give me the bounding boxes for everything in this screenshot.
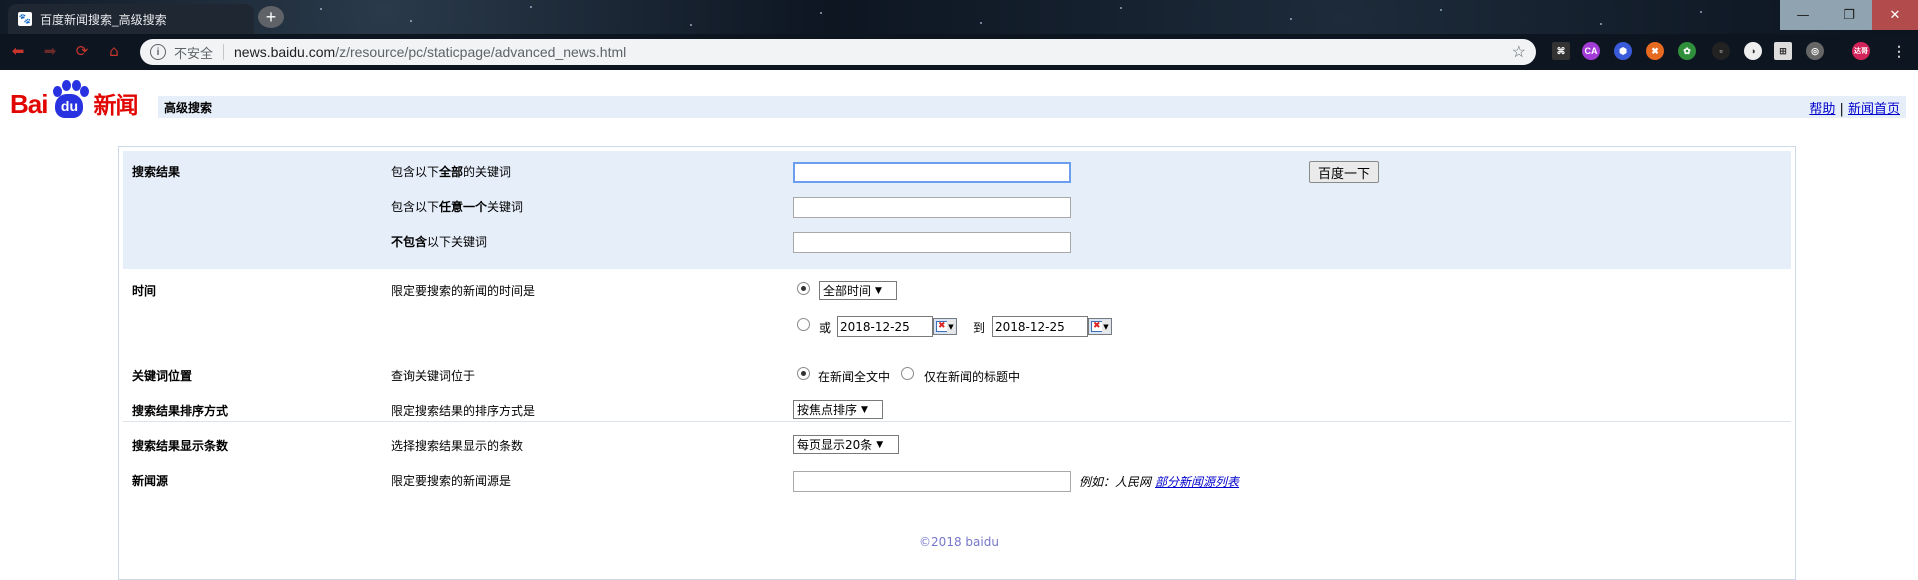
reload-icon[interactable]: ⟳ <box>72 40 92 62</box>
all-words-input[interactable] <box>793 162 1071 183</box>
baidu-news-logo[interactable]: Bai du 新闻 <box>10 76 138 120</box>
page-header-bar: 高级搜索 帮助 | 新闻首页 <box>158 96 1906 118</box>
source-desc: 限定要搜索的新闻源是 <box>391 474 512 488</box>
news-home-link[interactable]: 新闻首页 <box>1848 102 1900 117</box>
help-link[interactable]: 帮助 <box>1809 102 1835 117</box>
header-link-separator: | <box>1835 101 1848 117</box>
baidu-paw-icon: du <box>49 80 90 120</box>
extension-screenshot-icon[interactable]: ⌘ <box>1552 42 1570 60</box>
sort-desc: 限定搜索结果的排序方式是 <box>391 404 536 418</box>
time-range-select[interactable]: 全部时间 ▼ <box>819 281 897 300</box>
home-icon[interactable]: ⌂ <box>104 40 124 62</box>
url-path: /z/resource/pc/staticpage/advanced_news.… <box>335 44 627 60</box>
extension-x-icon[interactable]: ✖ <box>1646 42 1664 60</box>
extension-ring-icon[interactable]: ◎ <box>1806 42 1824 60</box>
logo-du-text: du <box>55 94 84 118</box>
count-heading: 搜索结果显示条数 <box>132 439 229 453</box>
none-words-label: 不包含以下关键词 <box>391 235 488 249</box>
any-word-label: 包含以下任意一个关键词 <box>391 200 524 214</box>
kwpos-fulltext-radio[interactable] <box>797 367 810 380</box>
footer-copyright: ©2018 baidu <box>919 535 999 549</box>
header-links: 帮助 | 新闻首页 <box>1809 98 1900 117</box>
none-words-input[interactable] <box>793 232 1071 253</box>
kwpos-title-label: 仅在新闻的标题中 <box>924 370 1021 384</box>
source-input[interactable] <box>793 471 1071 492</box>
maximize-button[interactable]: ❐ <box>1826 0 1872 30</box>
forward-arrow-icon[interactable]: ➡ <box>40 40 60 62</box>
time-all-radio[interactable] <box>797 282 810 295</box>
submit-button[interactable]: 百度一下 <box>1309 161 1379 183</box>
sort-heading: 搜索结果排序方式 <box>132 404 229 418</box>
kwpos-title-radio[interactable] <box>901 367 914 380</box>
advanced-search-form: 搜索结果 包含以下全部的关键词 百度一下 包含以下任意一个关键词 不包含以下关键… <box>118 146 1796 580</box>
extension-flower-icon[interactable]: ✿ <box>1678 42 1696 60</box>
extension-shield-icon[interactable]: ⬢ <box>1614 42 1632 60</box>
calendar-picker-icon[interactable]: ✖ ▼ <box>933 318 957 335</box>
source-list-link[interactable]: 部分新闻源列表 <box>1155 475 1239 489</box>
date-from-input[interactable]: 2018-12-25 <box>837 316 933 337</box>
tab-title: 百度新闻搜索_高级搜索 <box>40 12 167 27</box>
extension-half-circle-icon[interactable]: ◑ <box>1744 42 1762 60</box>
extension-ca-icon[interactable]: CA <box>1582 42 1600 60</box>
results-heading: 搜索结果 <box>132 165 181 179</box>
source-example: 例如：人民网 部分新闻源列表 <box>1079 475 1240 489</box>
minimize-button[interactable]: — <box>1780 0 1826 30</box>
to-label: 到 <box>973 321 986 335</box>
source-heading: 新闻源 <box>132 474 169 488</box>
time-heading: 时间 <box>132 284 157 298</box>
dropdown-arrow-icon: ▼ <box>861 404 868 415</box>
url-host: news.baidu.com <box>234 44 336 60</box>
section-divider <box>123 421 1791 422</box>
all-words-label: 包含以下全部的关键词 <box>391 165 512 179</box>
or-label: 或 <box>819 321 832 335</box>
close-window-button[interactable]: ✕ <box>1872 0 1918 30</box>
time-desc: 限定要搜索的新闻的时间是 <box>391 284 536 298</box>
browser-tab-active[interactable]: 🐾 百度新闻搜索_高级搜索 <box>8 4 254 34</box>
info-icon[interactable]: i <box>150 44 166 60</box>
security-label: 不安全 <box>174 45 214 61</box>
sort-select[interactable]: 按焦点排序 ▼ <box>793 400 883 419</box>
calendar-picker-icon[interactable]: ✖ ▼ <box>1088 318 1112 335</box>
kwpos-desc: 查询关键词位于 <box>391 369 476 383</box>
profile-avatar[interactable]: 达哥 <box>1852 42 1870 60</box>
back-arrow-icon[interactable]: ⬅ <box>8 40 28 62</box>
count-desc: 选择搜索结果显示的条数 <box>391 439 524 453</box>
browser-menu-icon[interactable]: ⋮ <box>1890 42 1908 60</box>
extension-grid-icon[interactable]: ⊞ <box>1774 42 1792 60</box>
new-tab-button[interactable]: + <box>258 6 284 28</box>
count-select[interactable]: 每页显示20条 ▼ <box>793 435 899 454</box>
extension-dark-icon[interactable]: ▫ <box>1712 42 1730 60</box>
bookmark-star-icon[interactable]: ☆ <box>1512 42 1526 62</box>
any-word-input[interactable] <box>793 197 1071 218</box>
address-bar[interactable]: i 不安全 news.baidu.com /z/resource/pc/stat… <box>140 39 1536 65</box>
logo-news-text: 新闻 <box>93 93 138 119</box>
date-to-input[interactable]: 2018-12-25 <box>992 316 1088 337</box>
page-content: Bai du 新闻 高级搜索 帮助 | 新闻首页 搜索结果 包含以下全部的关键词… <box>0 70 1918 580</box>
time-custom-radio[interactable] <box>797 318 810 331</box>
kwpos-fulltext-label: 在新闻全文中 <box>818 370 891 384</box>
page-title: 高级搜索 <box>164 100 213 115</box>
logo-bai-text: Bai <box>10 89 48 119</box>
browser-titlebar: 🐾 百度新闻搜索_高级搜索 + — ❐ ✕ <box>0 0 1918 34</box>
dropdown-arrow-icon: ▼ <box>875 285 882 296</box>
baidu-favicon-icon: 🐾 <box>18 12 32 26</box>
kwpos-heading: 关键词位置 <box>132 369 193 383</box>
dropdown-arrow-icon: ▼ <box>876 439 884 450</box>
